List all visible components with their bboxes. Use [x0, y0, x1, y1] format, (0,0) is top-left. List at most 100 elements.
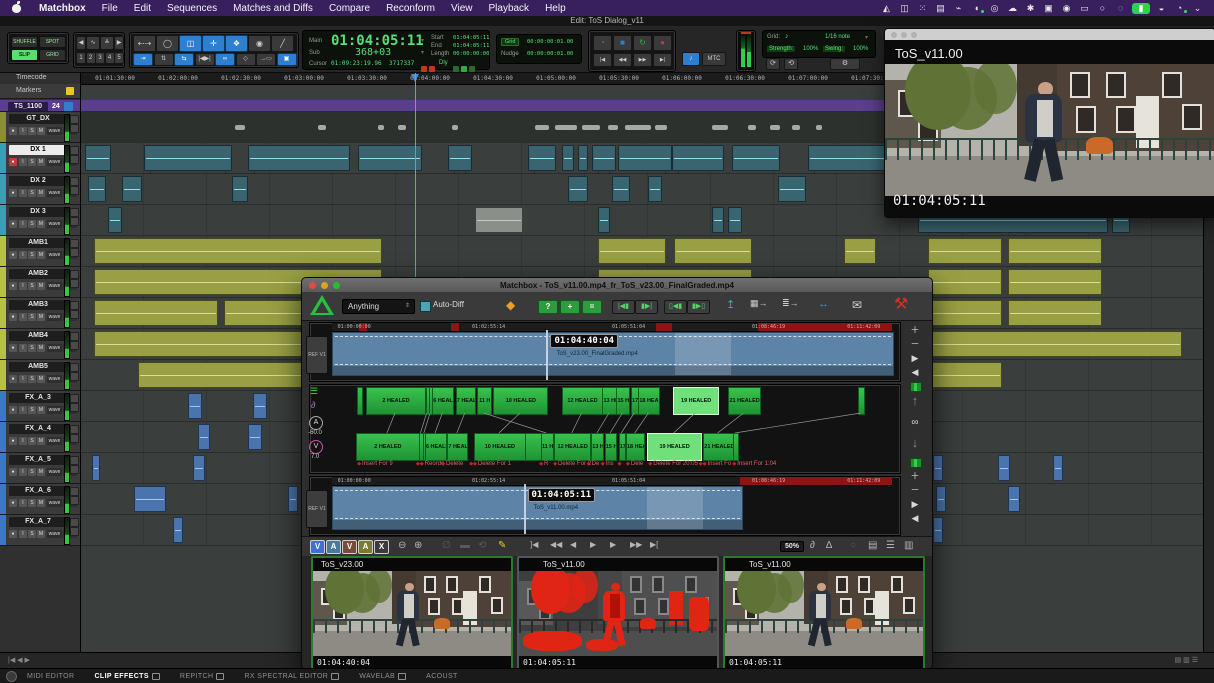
- user-switch-icon[interactable]: ◔: [1173, 3, 1186, 13]
- track-toggle-v2[interactable]: V: [342, 540, 357, 554]
- healed-segment-11[interactable]: 11 H: [477, 387, 492, 415]
- audio-clip[interactable]: [173, 517, 183, 543]
- input-button[interactable]: I: [19, 313, 27, 321]
- screen-recording-icon[interactable]: ▮: [1132, 3, 1150, 14]
- mode-slip[interactable]: SLIP: [11, 49, 38, 61]
- audio-clip[interactable]: [674, 238, 752, 264]
- mute-button[interactable]: M: [37, 282, 45, 290]
- output-window-button[interactable]: [70, 425, 79, 434]
- healed-segment[interactable]: [733, 433, 739, 461]
- marker-add-icon[interactable]: [66, 87, 74, 95]
- solo-button[interactable]: S: [28, 251, 36, 259]
- audio-clip[interactable]: [928, 238, 1002, 264]
- audio-clip[interactable]: [778, 176, 806, 202]
- audio-clip[interactable]: [672, 145, 724, 171]
- mute-button[interactable]: M: [37, 530, 45, 538]
- audio-clip[interactable]: [232, 176, 248, 202]
- solo-button[interactable]: S: [28, 406, 36, 414]
- auto-diff-checkbox[interactable]: [420, 301, 431, 312]
- clock-icon[interactable]: [64, 102, 73, 111]
- mode-spot[interactable]: SPOT: [39, 36, 66, 48]
- output-window-button[interactable]: [70, 363, 79, 372]
- healed-segment-10[interactable]: 10 HEALED: [474, 433, 526, 461]
- record-arm-button[interactable]: ●: [9, 406, 17, 414]
- record-arm-button[interactable]: ●: [9, 189, 17, 197]
- output-window-button[interactable]: [70, 518, 79, 527]
- thumbnail-ref[interactable]: ToS_v23.00 01:04:40:04: [311, 556, 513, 670]
- nav-arrow-6[interactable]: ▶[: [650, 540, 658, 549]
- track-name[interactable]: TS_1100: [8, 102, 48, 112]
- track-toggle-v0[interactable]: V: [310, 540, 325, 554]
- cloud-icon[interactable]: ☁: [1006, 3, 1019, 14]
- healed-segment-7[interactable]: 7 HEALE: [447, 433, 468, 461]
- healed-segment-15[interactable]: 15 HE: [605, 433, 618, 461]
- battery-icon[interactable]: ▭: [1078, 3, 1091, 14]
- healed-segment-21[interactable]: 21 HEALED: [703, 433, 734, 461]
- filter-dropdown[interactable]: Anything⇕: [342, 299, 415, 314]
- audio-clip[interactable]: [475, 207, 523, 233]
- mute-button[interactable]: M: [37, 344, 45, 352]
- diff-markers-row[interactable]: ◆Insert For 9◆◆Reorde◆Delete◆◆Delete For…: [332, 461, 892, 470]
- dock-prefs-icon[interactable]: ▤: [934, 3, 947, 14]
- diamond-icon[interactable]: ◆: [506, 298, 515, 312]
- input-button[interactable]: I: [19, 468, 27, 476]
- track-header-gt_dx[interactable]: GT_DX●ISMwaveread: [0, 112, 80, 143]
- mode-grid[interactable]: GRID: [39, 49, 66, 61]
- audio-clip[interactable]: [578, 145, 588, 171]
- volume-icon[interactable]: ◖: [970, 3, 983, 13]
- solo-button[interactable]: S: [28, 313, 36, 321]
- track-name[interactable]: DX 2: [9, 176, 67, 186]
- audio-clip[interactable]: [528, 145, 556, 171]
- rail2-play[interactable]: ▶: [905, 498, 925, 511]
- audio-clip[interactable]: [188, 393, 202, 419]
- split-view-icon[interactable]: ▥: [904, 540, 913, 551]
- track-toggle-a1[interactable]: A: [326, 540, 341, 554]
- audio-clip[interactable]: [94, 300, 218, 326]
- healed-segment-15[interactable]: 15 HE: [616, 387, 630, 415]
- null-icon[interactable]: ∅: [442, 540, 451, 551]
- healed-segment-6[interactable]: 6 HEALE: [432, 387, 454, 415]
- healed-segment-12[interactable]: 12 HEALED: [562, 387, 604, 415]
- track-view-selector[interactable]: wave: [47, 313, 62, 321]
- audio-gain-knob[interactable]: A: [309, 416, 323, 430]
- nav-arrow-4[interactable]: ▶: [610, 540, 616, 549]
- audio-clip[interactable]: [728, 207, 742, 233]
- track-view-selector[interactable]: wave: [47, 530, 62, 538]
- control-center-icon[interactable]: ◌: [1114, 3, 1127, 13]
- nav-arrow-1[interactable]: ◀◀: [550, 540, 562, 549]
- matchbox-window[interactable]: Matchbox - ToS_v11.00.mp4_fr_ToS_v23.00_…: [301, 277, 933, 670]
- audio-clip[interactable]: [844, 238, 876, 264]
- display-icon[interactable]: ◫: [898, 3, 911, 14]
- mtc-button[interactable]: MTC: [702, 52, 726, 66]
- menu-file[interactable]: File: [94, 3, 126, 14]
- track-view-selector[interactable]: wave: [47, 344, 62, 352]
- video-gain-knob[interactable]: V: [309, 440, 323, 454]
- track-view-selector[interactable]: wave: [47, 251, 62, 259]
- track-header-amb1[interactable]: AMB1●ISMwaveread: [0, 236, 80, 267]
- target-ruler[interactable]: 01:00:00:0001:02:55:1401:05:51:0401:08:4…: [332, 477, 892, 486]
- menu-matches-and-diffs[interactable]: Matches and Diffs: [225, 3, 321, 14]
- window-controls[interactable]: [309, 282, 340, 289]
- note-icon[interactable]: ♪: [785, 33, 789, 40]
- statusbar-repitch[interactable]: REPITCH: [170, 673, 235, 680]
- track-toggle-x4[interactable]: X: [374, 540, 389, 554]
- audio-clip[interactable]: [248, 145, 350, 171]
- audio-clip[interactable]: [1053, 455, 1063, 481]
- mute-button[interactable]: M: [37, 220, 45, 228]
- record-arm-button[interactable]: ●: [9, 313, 17, 321]
- healed-segment-18[interactable]: 18 HEAL: [638, 387, 660, 415]
- transport-2[interactable]: ▶▶: [633, 53, 652, 67]
- track-header-fx_a_7[interactable]: FX_A_7●ISMwaveread: [0, 515, 80, 546]
- audio-clip[interactable]: [928, 269, 1002, 295]
- track-view-selector[interactable]: wave: [47, 282, 62, 290]
- solo-button[interactable]: S: [28, 189, 36, 197]
- audio-clip[interactable]: [732, 145, 780, 171]
- backup-icon[interactable]: ✱: [1024, 3, 1037, 14]
- zoom-out-icon[interactable]: ⊖: [398, 540, 406, 551]
- track-view-selector[interactable]: wave: [47, 499, 62, 507]
- mail-icon[interactable]: ✉: [852, 298, 862, 312]
- stop-button[interactable]: ■: [613, 35, 632, 51]
- solo-button[interactable]: S: [28, 220, 36, 228]
- axe-tool-icon[interactable]: ⚒: [894, 294, 908, 314]
- audio-clip[interactable]: [288, 486, 298, 512]
